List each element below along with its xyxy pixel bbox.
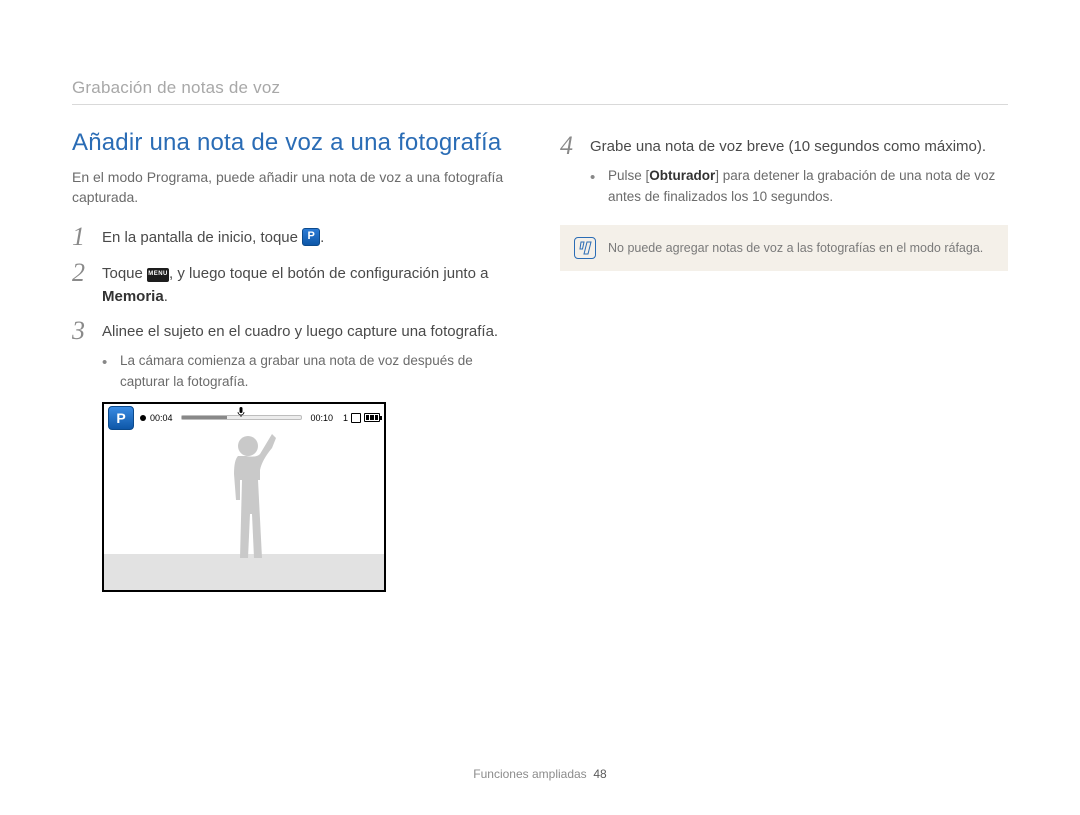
- progress-fill: [182, 416, 228, 419]
- step-text: Alinee el sujeto en el cuadro y luego ca…: [102, 318, 520, 392]
- memory-card-icon: [351, 413, 361, 423]
- progress-bar: [181, 415, 303, 420]
- step2-mid: , y luego toque el botón de configuració…: [169, 265, 488, 282]
- camera-status-right: 1: [343, 413, 380, 423]
- time-elapsed: 00:04: [150, 413, 173, 423]
- note-icon: [574, 237, 596, 259]
- note-box: No puede agregar notas de voz a las foto…: [560, 225, 1008, 271]
- person-silhouette-icon: [216, 430, 286, 560]
- step-number: 4: [560, 133, 590, 159]
- menu-icon: [147, 268, 169, 282]
- s4-sub-pre: Pulse [: [608, 168, 649, 183]
- step-2: 2 Toque , y luego toque el botón de conf…: [72, 260, 520, 309]
- step-text: En la pantalla de inicio, toque .: [102, 224, 324, 249]
- program-mode-icon: [302, 228, 320, 246]
- step4-sub-text: Pulse [Obturador] para detener la grabac…: [608, 166, 1008, 207]
- page-title: Añadir una nota de voz a una fotografía: [72, 129, 520, 157]
- step1-pre: En la pantalla de inicio, toque: [102, 229, 302, 246]
- step-number: 1: [72, 224, 102, 250]
- step-number: 2: [72, 260, 102, 286]
- bullet-icon: •: [102, 351, 120, 392]
- step3-sub-text: La cámara comienza a grabar una nota de …: [120, 351, 520, 392]
- page-footer: Funciones ampliadas 48: [0, 767, 1080, 781]
- camera-screenshot: P 00:04 00:10 1: [102, 402, 386, 592]
- step-number: 3: [72, 318, 102, 344]
- step2-post: .: [164, 288, 168, 305]
- bullet-icon: •: [590, 166, 608, 207]
- step-1: 1 En la pantalla de inicio, toque .: [72, 224, 520, 250]
- step-3: 3 Alinee el sujeto en el cuadro y luego …: [72, 318, 520, 392]
- footer-section: Funciones ampliadas: [473, 767, 586, 781]
- column-right: 4 Grabe una nota de voz breve (10 segund…: [560, 129, 1008, 592]
- step-4: 4 Grabe una nota de voz breve (10 segund…: [560, 133, 1008, 207]
- program-mode-badge: P: [108, 406, 134, 430]
- record-dot-icon: [140, 415, 146, 421]
- step1-post: .: [320, 229, 324, 246]
- step3-sub: • La cámara comienza a grabar una nota d…: [102, 351, 520, 392]
- step2-bold: Memoria: [102, 288, 164, 305]
- step-text: Grabe una nota de voz breve (10 segundos…: [590, 133, 1008, 207]
- step-text: Toque , y luego toque el botón de config…: [102, 260, 520, 309]
- battery-icon: [364, 413, 380, 422]
- shots-remaining: 1: [343, 413, 348, 423]
- note-text: No puede agregar notas de voz a las foto…: [608, 241, 983, 255]
- camera-viewport: [104, 432, 384, 590]
- microphone-icon: [237, 407, 245, 419]
- s4-sub-bold: Obturador: [649, 168, 715, 183]
- intro-text: En el modo Programa, puede añadir una no…: [72, 167, 520, 208]
- step2-pre: Toque: [102, 265, 147, 282]
- step4-text: Grabe una nota de voz breve (10 segundos…: [590, 138, 986, 155]
- divider: [72, 104, 1008, 105]
- time-total: 00:10: [310, 413, 333, 423]
- camera-topbar: P 00:04 00:10 1: [104, 404, 384, 432]
- step4-sub: • Pulse [Obturador] para detener la grab…: [590, 166, 1008, 207]
- footer-page-number: 48: [593, 767, 606, 781]
- column-left: Añadir una nota de voz a una fotografía …: [72, 129, 520, 592]
- breadcrumb: Grabación de notas de voz: [72, 78, 1008, 98]
- step3-text: Alinee el sujeto en el cuadro y luego ca…: [102, 323, 498, 340]
